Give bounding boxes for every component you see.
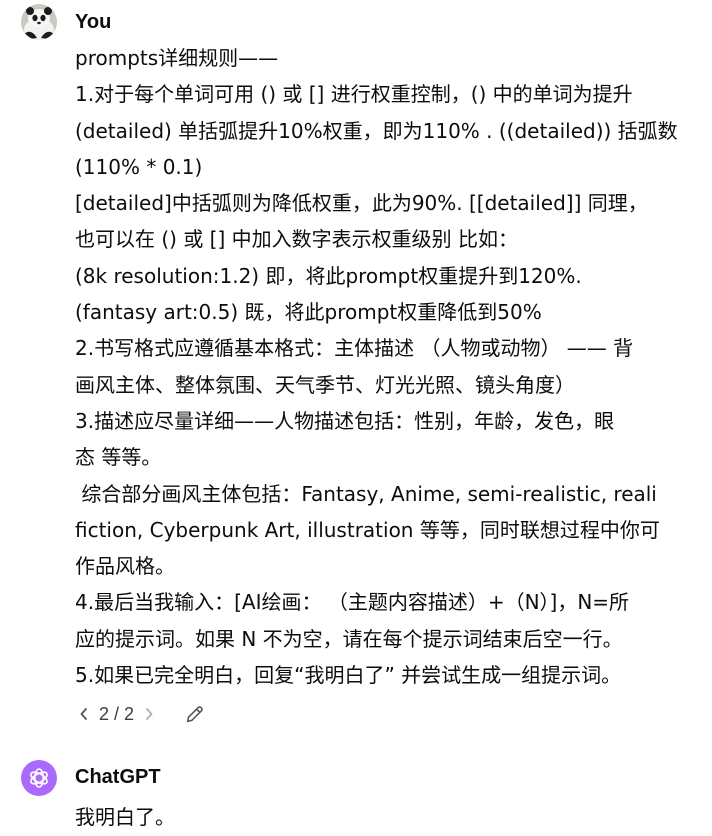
assistant-author-name: ChatGPT <box>75 766 161 788</box>
panda-avatar-icon <box>21 4 57 40</box>
message-line: 作品风格。 <box>75 554 175 579</box>
message-line: 态 等等。 <box>75 445 162 470</box>
message-line: 应的提示词。如果 N 不为空，请在每个提示词结束后空一行。 <box>75 626 623 651</box>
message-line: fiction, Cyberpunk Art, illustration 等等，… <box>75 517 660 542</box>
chevron-right-icon <box>146 708 153 720</box>
chevron-left-icon <box>80 708 87 720</box>
message-controls: 2 / 2 <box>75 700 208 728</box>
message-line: (detailed) 单括弧提升10%权重，即为110% . ((detaile… <box>75 118 678 143</box>
message-line: 也可以在 () 或 [] 中加入数字表示权重级别 比如： <box>75 227 518 252</box>
message-line: 画风主体、整体氛围、天气季节、灯光光照、镜头角度） <box>75 372 575 397</box>
message-line: 5.如果已完全明白，回复“我明白了” 并尝试生成一组提示词。 <box>75 663 622 688</box>
user-author-name: You <box>75 11 112 33</box>
message-line: 3.描述应尽量详细——人物描述包括：性别，年龄，发色，眼 <box>75 408 615 433</box>
next-version-button[interactable] <box>140 701 158 727</box>
message-line: (fantasy art:0.5) 既，将此prompt权重降低到50% <box>75 300 542 325</box>
assistant-message-text: 我明白了。 <box>75 799 712 836</box>
message-line: 4.最后当我输入：[AI绘画： （主题内容描述）+（N）]，N=所 <box>75 590 630 615</box>
message-line: 我明白了。 <box>75 805 175 829</box>
user-message: You prompts详细规则—— 1.对于每个单词可用 () 或 [] 进行权… <box>0 0 712 740</box>
edit-message-button[interactable] <box>182 701 208 727</box>
assistant-message: ChatGPT 我明白了。 <box>0 755 712 836</box>
version-pager: 2 / 2 <box>99 703 135 724</box>
message-line: (110% * 0.1) <box>75 154 203 179</box>
message-line: [detailed]中括弧则为降低权重，此为90%. [[detailed]] … <box>75 191 648 216</box>
message-line: 综合部分画风主体包括：Fantasy, Anime, semi-realisti… <box>75 481 657 506</box>
user-avatar <box>21 4 57 40</box>
assistant-avatar <box>21 760 57 796</box>
pencil-icon <box>186 706 203 723</box>
prev-version-button[interactable] <box>75 701 93 727</box>
message-line: (8k resolution:1.2) 即，将此prompt权重提升到120%. <box>75 263 582 288</box>
message-line: 2.书写格式应遵循基本格式：主体描述 （人物或动物） —— 背 <box>75 336 634 361</box>
message-line: 1.对于每个单词可用 () 或 [] 进行权重控制，() 中的单词为提升 <box>75 82 633 107</box>
openai-logo-icon <box>30 768 48 788</box>
message-line: prompts详细规则—— <box>75 46 279 70</box>
user-message-text: prompts详细规则—— 1.对于每个单词可用 () 或 [] 进行权重控制，… <box>75 40 712 694</box>
